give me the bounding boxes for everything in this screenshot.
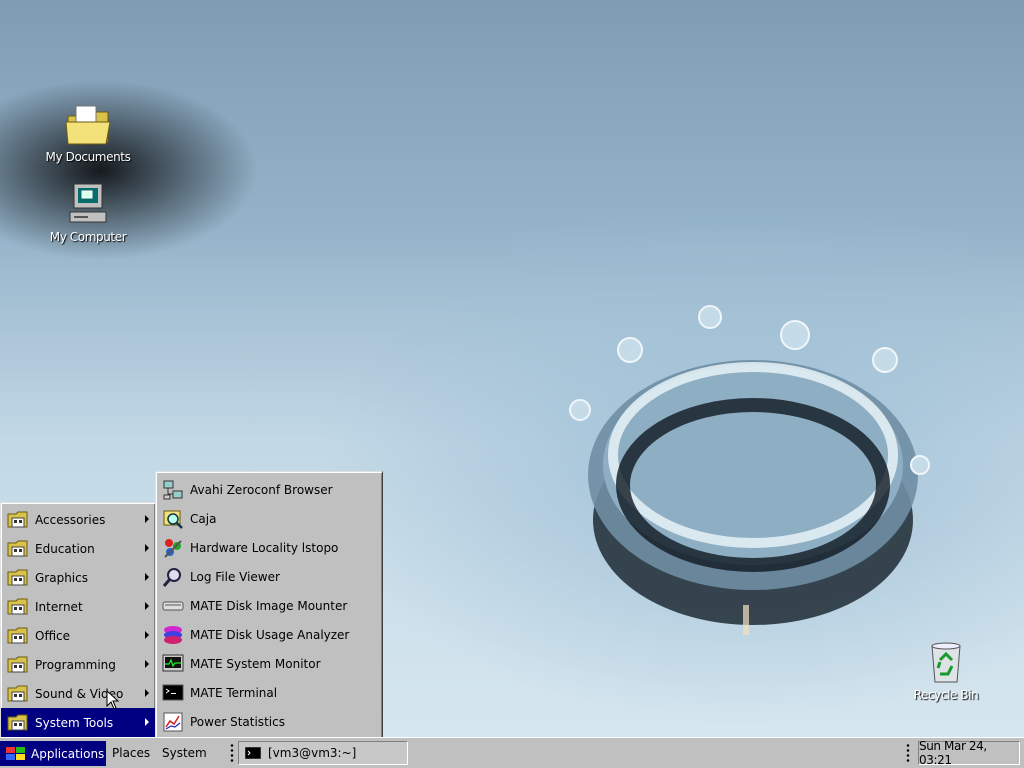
desktop-icon-recycle-bin[interactable]: Recycle Bin — [896, 640, 996, 702]
log-viewer-icon — [162, 567, 181, 587]
applications-menu-button[interactable]: Applications — [0, 741, 106, 766]
panel-drag-handle[interactable] — [230, 743, 234, 763]
taskbar-window-button-terminal[interactable]: [vm3@vm3:~] — [238, 741, 408, 765]
computer-icon — [69, 183, 107, 223]
folder-icon — [65, 105, 111, 145]
category-folder-icon — [7, 598, 28, 614]
submenu-arrow-icon — [145, 631, 149, 639]
recycle-bin-icon — [931, 642, 961, 683]
wallpaper-water-splash — [569, 305, 930, 635]
submenu-arrow-icon — [145, 544, 149, 552]
menu-item-label: MATE Disk Image Mounter — [190, 598, 348, 613]
desktop-icon-label: My Documents — [45, 150, 131, 164]
category-folder-icon — [7, 511, 28, 527]
menu-item-office[interactable]: Office — [1, 621, 155, 650]
terminal-icon — [162, 684, 184, 700]
submenu-arrow-icon — [145, 573, 149, 581]
category-folder-icon — [7, 685, 28, 701]
desktop-icon-label: Recycle Bin — [913, 688, 979, 702]
system-menu-button[interactable]: System — [162, 746, 207, 760]
menu-item-label: Accessories — [35, 512, 106, 527]
menu-item-label: Programming — [35, 657, 116, 672]
menu-item-caja[interactable]: Caja — [156, 504, 382, 533]
disk-mounter-icon — [162, 601, 184, 610]
menu-item-log-file-viewer[interactable]: Log File Viewer — [156, 562, 382, 591]
file-manager-icon — [163, 510, 183, 529]
menu-item-hardware-locality-lstopo[interactable]: Hardware Locality lstopo — [156, 533, 382, 562]
menu-item-label: MATE Terminal — [190, 685, 278, 700]
network-icon — [163, 480, 183, 499]
menu-item-label: System Tools — [35, 715, 114, 730]
submenu-arrow-icon — [145, 689, 149, 697]
menu-item-avahi-zeroconf-browser[interactable]: Avahi Zeroconf Browser — [156, 475, 382, 504]
menu-item-system-tools[interactable]: System Tools — [1, 708, 155, 737]
desktop-icon-label: My Computer — [49, 230, 127, 244]
submenu-arrow-icon — [145, 718, 149, 726]
task-label: [vm3@vm3:~] — [268, 746, 357, 760]
menu-item-label: Education — [35, 541, 95, 556]
menu-item-mate-disk-image-mounter[interactable]: MATE Disk Image Mounter — [156, 591, 382, 620]
desktop-icon-my-documents[interactable]: My Documents — [38, 104, 138, 164]
menu-item-label: MATE System Monitor — [190, 656, 321, 671]
power-statistics-icon — [163, 712, 183, 731]
submenu-arrow-icon — [145, 602, 149, 610]
desktop-icon-my-computer[interactable]: My Computer — [38, 182, 138, 244]
menu-item-label: Office — [35, 628, 71, 643]
disk-usage-icon — [164, 625, 182, 644]
menu-item-mate-terminal[interactable]: MATE Terminal — [156, 678, 382, 707]
clock[interactable]: Sun Mar 24, 03:21 — [918, 739, 1020, 767]
category-folder-icon — [7, 627, 28, 643]
terminal-icon — [245, 747, 261, 759]
menu-item-accessories[interactable]: Accessories — [1, 505, 155, 534]
menu-item-label: MATE Disk Usage Analyzer — [190, 627, 350, 642]
mouse-pointer-icon — [106, 690, 120, 710]
menu-item-power-statistics[interactable]: Power Statistics — [156, 707, 382, 736]
menu-item-programming[interactable]: Programming — [1, 650, 155, 679]
menu-item-label: Graphics — [35, 570, 88, 585]
submenu-arrow-icon — [145, 515, 149, 523]
applications-label: Applications — [31, 746, 105, 761]
system-monitor-icon — [162, 654, 184, 671]
menu-item-mate-disk-usage-analyzer[interactable]: MATE Disk Usage Analyzer — [156, 620, 382, 649]
menu-item-label: Avahi Zeroconf Browser — [190, 482, 333, 497]
menu-item-sound-video[interactable]: Sound & Video — [1, 679, 155, 708]
panel-drag-handle[interactable] — [906, 743, 910, 763]
hardware-icon — [164, 538, 182, 558]
taskbar: Applications Places System [vm3@vm3:~] S… — [0, 737, 1024, 768]
category-folder-icon — [7, 569, 28, 585]
menu-item-mate-system-monitor[interactable]: MATE System Monitor — [156, 649, 382, 678]
windows-logo-icon — [6, 746, 25, 760]
category-folder-icon — [7, 656, 28, 672]
menu-item-internet[interactable]: Internet — [1, 592, 155, 621]
menu-item-graphics[interactable]: Graphics — [1, 563, 155, 592]
menu-item-label: Caja — [190, 511, 217, 526]
applications-menu: Accessories Education Graphics Internet … — [0, 502, 156, 739]
places-menu-button[interactable]: Places — [112, 746, 150, 760]
menu-item-education[interactable]: Education — [1, 534, 155, 563]
submenu-arrow-icon — [145, 660, 149, 668]
menu-item-label: Power Statistics — [190, 714, 285, 729]
menu-item-label: Internet — [35, 599, 83, 614]
category-folder-icon — [7, 540, 28, 556]
system-tools-submenu: Avahi Zeroconf Browser Caja Hardware Loc… — [155, 471, 383, 741]
menu-item-label: Hardware Locality lstopo — [190, 540, 339, 555]
category-folder-icon — [7, 714, 28, 730]
menu-item-label: Log File Viewer — [190, 569, 280, 584]
